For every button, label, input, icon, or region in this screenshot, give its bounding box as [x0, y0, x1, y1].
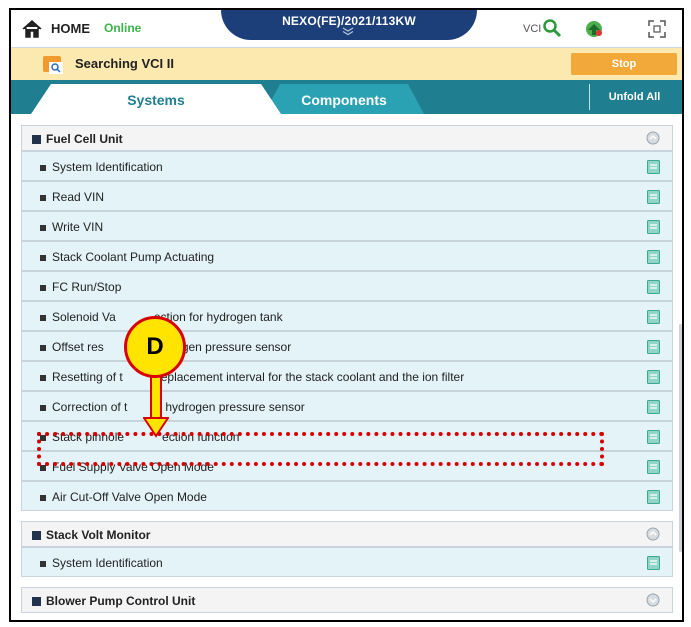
collapse-group-icon[interactable] — [646, 131, 660, 145]
group-title: Blower Pump Control Unit — [46, 594, 196, 608]
list-item-label: Resetting of t eplacement interval for th… — [52, 370, 465, 384]
bullet-square — [40, 561, 46, 567]
bullet-square — [40, 255, 46, 261]
bullet-square — [40, 375, 46, 381]
collapse-group-icon[interactable] — [646, 527, 660, 541]
stop-button[interactable]: Stop — [571, 53, 677, 75]
list-item-label: Read VIN — [52, 190, 105, 204]
scrollbar[interactable] — [679, 324, 682, 552]
document-icon[interactable] — [647, 400, 660, 414]
tab-bar: Components Systems Unfold All — [11, 80, 682, 114]
bullet-square — [40, 195, 46, 201]
list-item[interactable]: Correction of t hydrogen pressure sensor — [21, 391, 673, 421]
document-icon[interactable] — [647, 460, 660, 474]
list-item[interactable]: Resetting of t eplacement interval for th… — [21, 361, 673, 391]
group-header[interactable]: Stack Volt Monitor — [21, 521, 673, 547]
list-item[interactable]: System Identification — [21, 151, 673, 181]
group-header[interactable]: Fuel Cell Unit — [21, 125, 673, 151]
document-icon[interactable] — [647, 340, 660, 354]
bullet-square — [32, 597, 41, 606]
expand-group-icon[interactable] — [646, 593, 660, 607]
highlight-box — [37, 432, 604, 466]
home-icon[interactable] — [21, 19, 43, 39]
bullet-square — [32, 135, 41, 144]
list-item[interactable]: Air Cut-Off Valve Open Mode — [21, 481, 673, 511]
search-status-text: Searching VCI II — [75, 56, 174, 71]
document-icon[interactable] — [647, 370, 660, 384]
unfold-all-button[interactable]: Unfold All — [589, 84, 679, 110]
vehicle-info-tab[interactable]: NEXO(FE)/2021/113KW — [221, 10, 477, 40]
list-item-label: FC Run/Stop — [52, 280, 122, 294]
bullet-square — [40, 405, 46, 411]
search-icon[interactable] — [542, 18, 562, 38]
list-item[interactable]: System Identification — [21, 547, 673, 577]
bullet-square — [40, 225, 46, 231]
document-icon[interactable] — [647, 220, 660, 234]
document-icon[interactable] — [647, 250, 660, 264]
list-item[interactable]: FC Run/Stop — [21, 271, 673, 301]
home-label[interactable]: HOME — [51, 21, 90, 36]
list-item[interactable]: Stack Coolant Pump Actuating — [21, 241, 673, 271]
bullet-square — [40, 165, 46, 171]
list-item-label: Correction of t hydrogen pressure sensor — [52, 400, 305, 414]
top-bar: HOME Online NEXO(FE)/2021/113KW VCI — [11, 10, 682, 48]
bullet-square — [40, 345, 46, 351]
document-icon[interactable] — [647, 556, 660, 570]
list-item-label: Write VIN — [52, 220, 104, 234]
systems-list: Fuel Cell Unit System Identification Read … — [21, 125, 673, 613]
list-item[interactable]: Write VIN — [21, 211, 673, 241]
bullet-square — [40, 285, 46, 291]
list-item[interactable]: Solenoid Va ection for hydrogen tank — [21, 301, 673, 331]
chevron-down-icon — [342, 27, 354, 36]
list-item[interactable]: Offset res e hydrogen pressure sensor — [21, 331, 673, 361]
arrow-down-icon — [143, 376, 169, 438]
group-title: Stack Volt Monitor — [46, 528, 151, 542]
expand-icon[interactable] — [647, 19, 667, 39]
folder-search-icon — [43, 56, 63, 74]
bullet-square — [40, 315, 46, 321]
list-item[interactable]: Read VIN — [21, 181, 673, 211]
list-item-label: System Identification — [52, 556, 163, 570]
document-icon[interactable] — [647, 490, 660, 504]
systems-list-panel: Fuel Cell Unit System Identification Read … — [11, 114, 682, 620]
app-window: HOME Online NEXO(FE)/2021/113KW VCI Sear… — [9, 8, 684, 622]
vci-search-bar: Searching VCI II Stop — [11, 48, 682, 80]
document-icon[interactable] — [647, 190, 660, 204]
document-icon[interactable] — [647, 280, 660, 294]
bullet-square — [40, 495, 46, 501]
callout-badge: D — [124, 316, 186, 378]
bullet-square — [32, 531, 41, 540]
document-icon[interactable] — [647, 430, 660, 444]
group-title: Fuel Cell Unit — [46, 132, 123, 146]
document-icon[interactable] — [647, 310, 660, 324]
list-item-label: Air Cut-Off Valve Open Mode — [52, 490, 207, 504]
tab-systems[interactable]: Systems — [31, 84, 281, 114]
connection-status: Online — [104, 21, 142, 35]
group-header[interactable]: Blower Pump Control Unit — [21, 587, 673, 613]
vci-label: VCI — [523, 23, 542, 35]
tab-components[interactable]: Components — [264, 84, 424, 114]
vci-device-icon[interactable] — [583, 18, 605, 40]
list-item-label: Stack Coolant Pump Actuating — [52, 250, 215, 264]
list-item-label: System Identification — [52, 160, 163, 174]
document-icon[interactable] — [647, 160, 660, 174]
vehicle-label: NEXO(FE)/2021/113KW — [282, 14, 416, 28]
